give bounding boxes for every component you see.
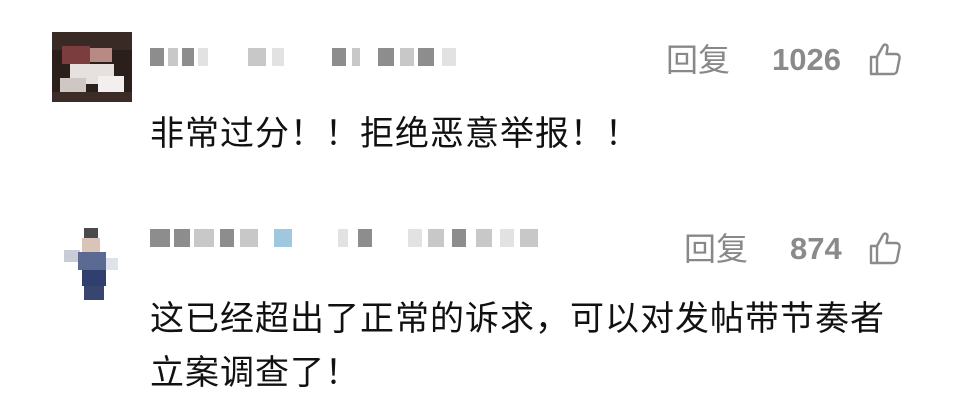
username-pixelated[interactable] bbox=[150, 223, 550, 253]
thumbs-up-icon[interactable] bbox=[868, 41, 902, 77]
comment-text: 非常过分！！拒绝恶意举报！！ bbox=[150, 114, 640, 154]
comment-item: 回复 1026 非常过分！！拒绝恶意举报！！ bbox=[0, 0, 960, 190]
avatar[interactable] bbox=[60, 222, 120, 302]
like-count: 874 bbox=[790, 231, 842, 266]
comment-text: 这已经超出了正常的诉求，可以对发帖带节奏者立案调查了！ bbox=[150, 299, 885, 393]
username-pixelated[interactable] bbox=[150, 42, 468, 72]
like-count: 1026 bbox=[772, 42, 841, 77]
comment-item: 回复 874 这已经超出了正常的诉求，可以对发帖带节奏者立案调查了！ bbox=[0, 200, 960, 413]
avatar[interactable] bbox=[52, 32, 132, 102]
reply-button[interactable]: 回复 bbox=[684, 229, 748, 269]
thumbs-up-icon[interactable] bbox=[868, 230, 902, 266]
reply-button[interactable]: 回复 bbox=[666, 40, 730, 80]
